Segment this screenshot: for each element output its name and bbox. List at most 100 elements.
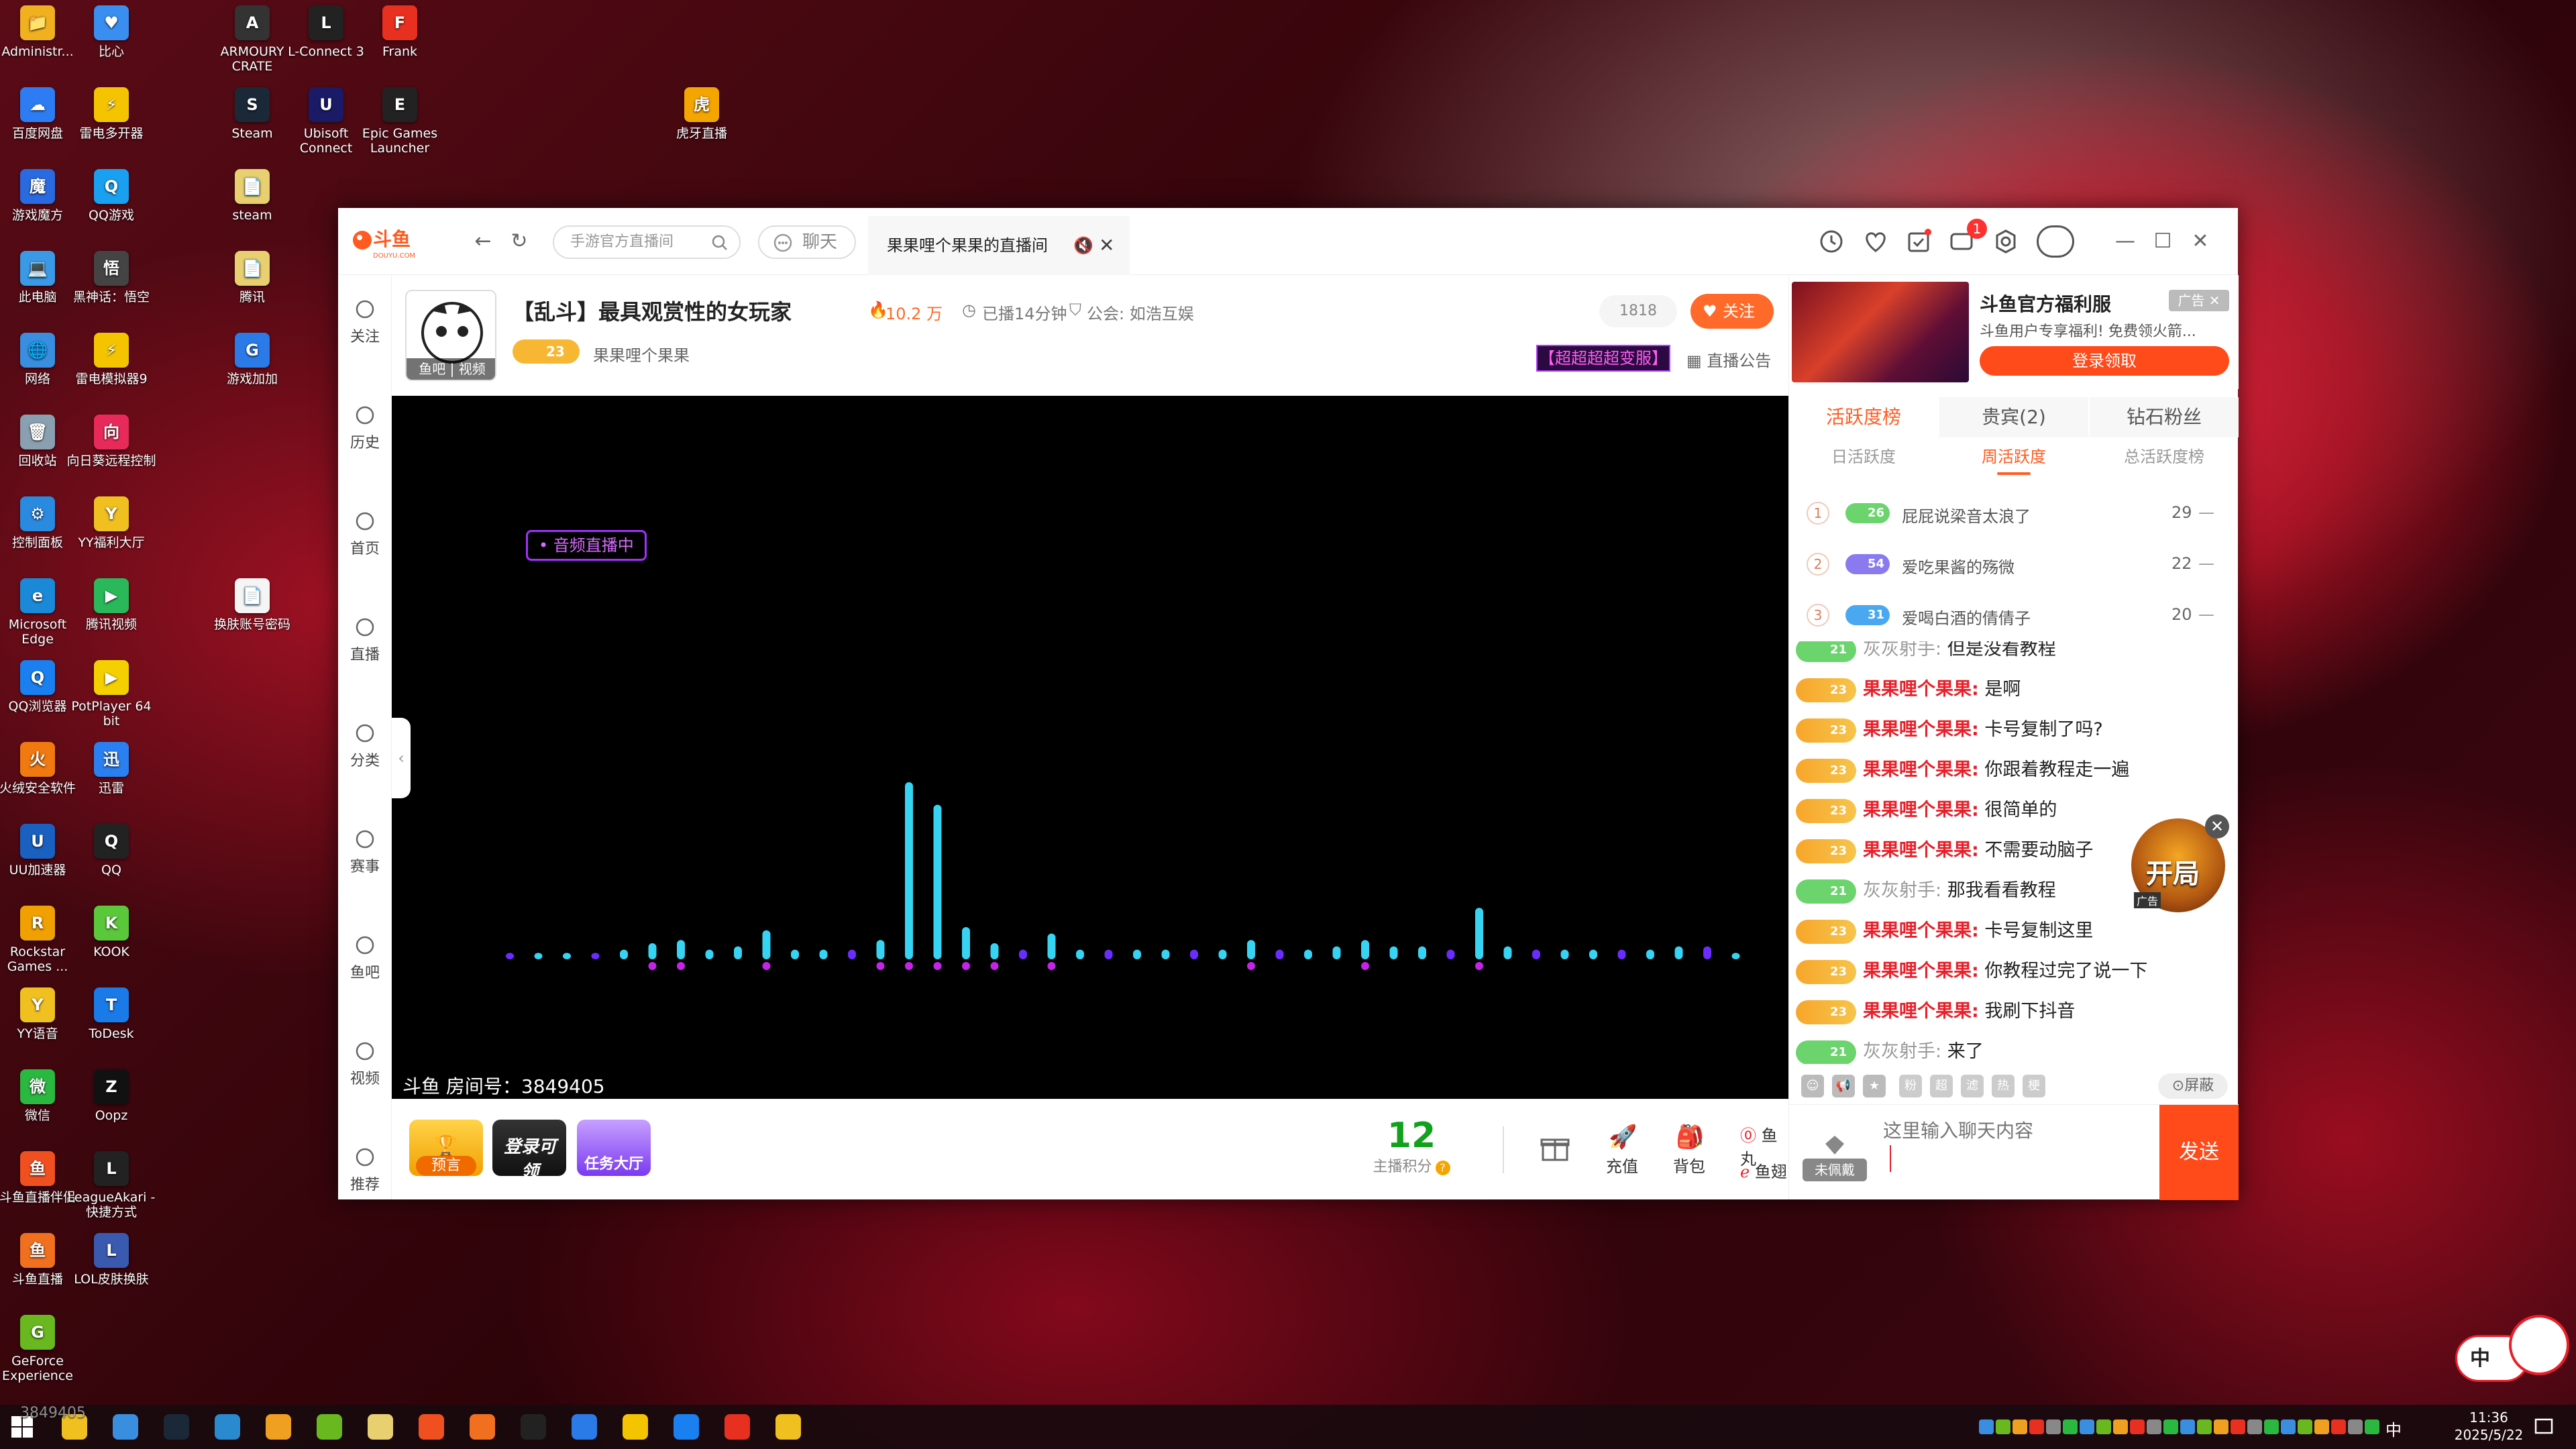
- sidebar-item-heart[interactable]: 关注: [338, 298, 392, 346]
- rank-tab[interactable]: 活跃度榜: [1789, 397, 1938, 437]
- browser-icon[interactable]: [113, 1414, 138, 1440]
- ad-close-icon[interactable]: ✕: [2209, 292, 2220, 309]
- chat-user-name[interactable]: 果果哩个果果:: [1863, 719, 1979, 740]
- tray-icon[interactable]: [2214, 1419, 2229, 1434]
- ad-login-button[interactable]: 登录领取: [1980, 346, 2229, 376]
- back-arrow-icon[interactable]: ←: [470, 228, 496, 255]
- desktop-icon[interactable]: ▶ PotPlayer 64 bit: [64, 660, 158, 729]
- desktop-icon[interactable]: 向向日葵远程控制: [64, 415, 158, 468]
- tray-icon[interactable]: [2365, 1419, 2379, 1434]
- floating-ad[interactable]: 开局 广告 ✕: [2131, 814, 2229, 912]
- sidebar-item-live[interactable]: 直播: [338, 616, 392, 664]
- search-icon[interactable]: [711, 234, 729, 252]
- close-icon[interactable]: ✕: [2187, 228, 2214, 255]
- chat-sticker-tag[interactable]: 梗: [2023, 1075, 2045, 1097]
- desktop-icon[interactable]: ▶ 腾讯视频: [64, 578, 158, 632]
- sidebar-collapse-toggle[interactable]: ‹: [392, 718, 411, 798]
- app-icon[interactable]: [521, 1414, 546, 1440]
- app-icon[interactable]: [724, 1414, 750, 1440]
- desktop-icon[interactable]: L LeagueAkari - 快捷方式: [64, 1151, 158, 1220]
- tray-icon[interactable]: [2314, 1419, 2329, 1434]
- tab-live-room[interactable]: 果果哩个果果的直播间 🔇 ✕: [868, 216, 1130, 275]
- desktop-icon[interactable]: 悟黑神话：悟空: [64, 251, 158, 305]
- desktop-icon[interactable]: 📄 腾讯: [205, 251, 299, 305]
- app-icon[interactable]: [775, 1414, 801, 1440]
- tray-icon[interactable]: [2113, 1419, 2128, 1434]
- desktop-icon[interactable]: Q QQ游戏: [64, 169, 158, 223]
- chat-button[interactable]: 聊天: [758, 225, 856, 259]
- desktop-icon[interactable]: ♥ 比心: [64, 5, 158, 59]
- tray-icon[interactable]: [2130, 1419, 2145, 1434]
- tray-icon[interactable]: [2096, 1419, 2111, 1434]
- chat-message[interactable]: 23 果果哩个果果: 卡号复制这里: [1796, 911, 2232, 951]
- desktop-icon[interactable]: E Epic Games Launcher: [353, 87, 447, 156]
- broadcast-icon[interactable]: 📢: [1832, 1075, 1855, 1097]
- desktop-icon[interactable]: Y YY福利大厅: [64, 496, 158, 550]
- shield-button[interactable]: ⊙屏蔽: [2158, 1073, 2228, 1099]
- history-clock-icon[interactable]: [1818, 228, 1845, 255]
- rank-tab[interactable]: 贵宾(2): [1939, 397, 2088, 437]
- chat-message[interactable]: 23 果果哩个果果: 是啊: [1796, 669, 2232, 710]
- task-hall-button[interactable]: 任务大厅: [577, 1120, 651, 1176]
- gift-icon[interactable]: [1539, 1132, 1571, 1164]
- star-icon[interactable]: ★: [1863, 1075, 1886, 1097]
- user-avatar[interactable]: [2037, 225, 2074, 258]
- ad-image[interactable]: [1792, 282, 1969, 382]
- chat-sticker-tag[interactable]: 超: [1930, 1075, 1953, 1097]
- desktop-icon[interactable]: 📄 换肤账号密码: [205, 578, 299, 632]
- tray-icon[interactable]: [2331, 1419, 2346, 1434]
- chat-sticker-tag[interactable]: 热: [1992, 1075, 2015, 1097]
- tray-icon[interactable]: [2281, 1419, 2296, 1434]
- sidebar-item-trophy[interactable]: 赛事: [338, 828, 392, 876]
- settings-gear-icon[interactable]: [1992, 228, 2019, 255]
- tray-icon[interactable]: [2163, 1419, 2178, 1434]
- steam-icon[interactable]: [164, 1414, 189, 1440]
- floating-ad-close-icon[interactable]: ✕: [2205, 814, 2229, 839]
- predict-button[interactable]: 🏆 预言: [409, 1120, 483, 1176]
- game-plus-icon[interactable]: [572, 1414, 597, 1440]
- chat-user-name[interactable]: 灰灰射手:: [1863, 1041, 1941, 1062]
- search-input[interactable]: 手游官方直播间: [553, 225, 741, 259]
- chat-user-name[interactable]: 灰灰射手:: [1863, 641, 1941, 659]
- tray-icon[interactable]: [2012, 1419, 2027, 1434]
- desktop-icon[interactable]: 虎虎牙直播: [655, 87, 749, 141]
- sidebar-item-bookmark[interactable]: 推荐: [338, 1146, 392, 1194]
- desktop-icon[interactable]: ⚡ 雷电多开器: [64, 87, 158, 141]
- tray-icon[interactable]: [2029, 1419, 2044, 1434]
- chat-user-name[interactable]: 果果哩个果果:: [1863, 920, 1979, 941]
- recharge-button[interactable]: 🚀 充值: [1595, 1124, 1649, 1177]
- ime-mascot[interactable]: 中: [2455, 1315, 2569, 1389]
- mute-icon[interactable]: 🔇: [1073, 216, 1093, 275]
- app-icon[interactable]: [368, 1414, 393, 1440]
- tray-icon[interactable]: [1979, 1419, 1994, 1434]
- chat-sticker-tag[interactable]: 滤: [1961, 1075, 1984, 1097]
- maximize-icon[interactable]: ☐: [2149, 228, 2176, 255]
- notice-button[interactable]: ▦ 直播公告: [1686, 347, 1771, 371]
- rank-subtab[interactable]: 总活跃度榜: [2090, 440, 2239, 478]
- tray-icon[interactable]: [2348, 1419, 2363, 1434]
- favorite-heart-icon[interactable]: [1862, 228, 1889, 255]
- desktop-icon[interactable]: T ToDesk: [64, 987, 158, 1041]
- app-icon[interactable]: [317, 1414, 342, 1440]
- chat-message[interactable]: 23 果果哩个果果: 你跟着教程走一遍: [1796, 750, 2232, 790]
- tray-icon[interactable]: [2147, 1419, 2161, 1434]
- desktop-icon[interactable]: Z Oopz: [64, 1069, 158, 1123]
- notification-center-icon[interactable]: [2533, 1417, 2555, 1438]
- desktop-icon[interactable]: ⚡ 雷电模拟器9: [64, 333, 158, 386]
- desktop-icon[interactable]: 📄 steam: [205, 169, 299, 223]
- fan-badge-selector[interactable]: 未佩戴: [1803, 1125, 1867, 1183]
- douyu-active-icon[interactable]: [470, 1414, 495, 1440]
- app-icon[interactable]: [674, 1414, 699, 1440]
- send-button[interactable]: 发送: [2159, 1105, 2239, 1200]
- guild-name[interactable]: 公会: 如浩互娱: [1087, 301, 1194, 324]
- score-help-icon[interactable]: ?: [1435, 1161, 1450, 1175]
- tray-icon[interactable]: [2264, 1419, 2279, 1434]
- chat-message[interactable]: 23 果果哩个果果: 你教程过完了说一下: [1796, 951, 2232, 991]
- tray-icon[interactable]: [2247, 1419, 2262, 1434]
- chat-message[interactable]: 21 灰灰射手: 来了: [1796, 1032, 2232, 1064]
- host-avatar[interactable]: 鱼吧 | 视频: [405, 290, 496, 381]
- avatar-links[interactable]: 鱼吧 | 视频: [407, 358, 495, 380]
- tray-icon[interactable]: [1996, 1419, 2010, 1434]
- douyu-logo[interactable]: 斗鱼 DOUYU.COM: [350, 223, 431, 262]
- rank-subtab[interactable]: 周活跃度: [1939, 440, 2088, 478]
